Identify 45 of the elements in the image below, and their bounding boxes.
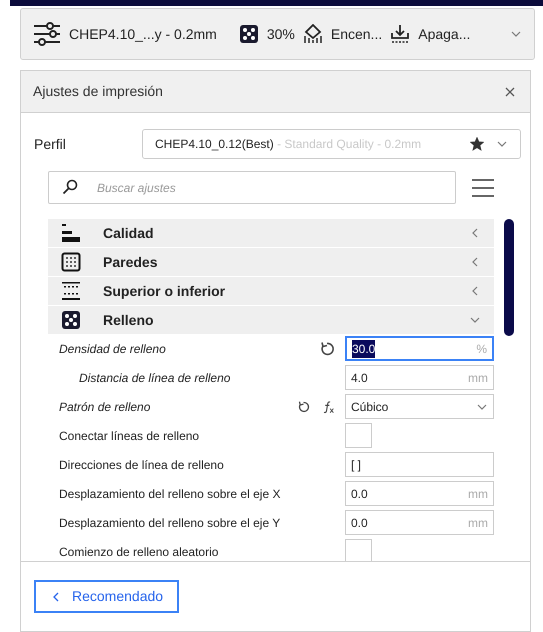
setting-label: Comienzo de relleno aleatorio [59, 544, 218, 560]
number-field[interactable]: 4.0 mm [345, 365, 494, 390]
function-icon[interactable] [322, 398, 335, 414]
setting-label: Direcciones de línea de relleno [59, 456, 224, 474]
category-header[interactable]: Paredes [48, 248, 494, 276]
category-header[interactable]: Relleno [48, 306, 494, 334]
number-field[interactable]: 0.0 mm [345, 510, 494, 535]
search-icon [62, 179, 78, 195]
number-field[interactable]: 0.0 mm [345, 481, 494, 506]
infill-icon [61, 310, 81, 330]
dotted-lines-icon [61, 281, 81, 301]
reset-icon[interactable] [319, 340, 335, 356]
infill-icon [238, 24, 259, 44]
setting-label: Distancia de línea de relleno [78, 370, 230, 386]
support-summary: Encen... [330, 24, 382, 44]
checkbox[interactable] [345, 539, 372, 561]
profile-label: Perfil [34, 134, 67, 154]
setting-label: Desplazamiento del relleno sobre el eje Y [59, 514, 280, 532]
setting-label: Desplazamiento del relleno sobre el eje X [59, 486, 280, 502]
sliders-icon [33, 22, 61, 46]
menu-icon[interactable] [472, 178, 494, 196]
scrollbar[interactable] [504, 219, 514, 336]
support-icon [302, 24, 323, 44]
search-field[interactable]: Buscar ajustes [48, 171, 456, 204]
category-header[interactable]: Calidad [48, 219, 494, 247]
profile-summary: CHEP4.10_...y - 0.2mm [69, 24, 217, 44]
text-field[interactable]: [ ] [345, 452, 494, 477]
dropdown[interactable]: Cúbico [345, 394, 494, 419]
layers-icon [61, 223, 81, 243]
close-icon [504, 86, 516, 98]
download-icon [390, 24, 410, 44]
adhesion-summary: Apaga... [418, 24, 470, 44]
setting-label: Conectar líneas de relleno [59, 428, 200, 444]
checkbox[interactable] [345, 423, 372, 448]
infill-summary: 30% [266, 24, 295, 44]
star-icon[interactable] [470, 137, 484, 151]
setting-label: Densidad de relleno [59, 340, 166, 358]
reset-icon[interactable] [297, 398, 310, 414]
recommended-button[interactable]: Recomendado [34, 580, 180, 613]
print-setup-bar[interactable]: CHEP4.10_...y - 0.2mm 30% Encen... Apaga... [20, 8, 535, 60]
grid-icon [61, 252, 81, 272]
number-field[interactable]: 30.0 % [345, 336, 494, 361]
panel-title: Ajustes de impresión [33, 82, 163, 101]
setting-label: Patrón de relleno [59, 398, 150, 416]
category-header[interactable]: Superior o inferior [48, 277, 494, 305]
